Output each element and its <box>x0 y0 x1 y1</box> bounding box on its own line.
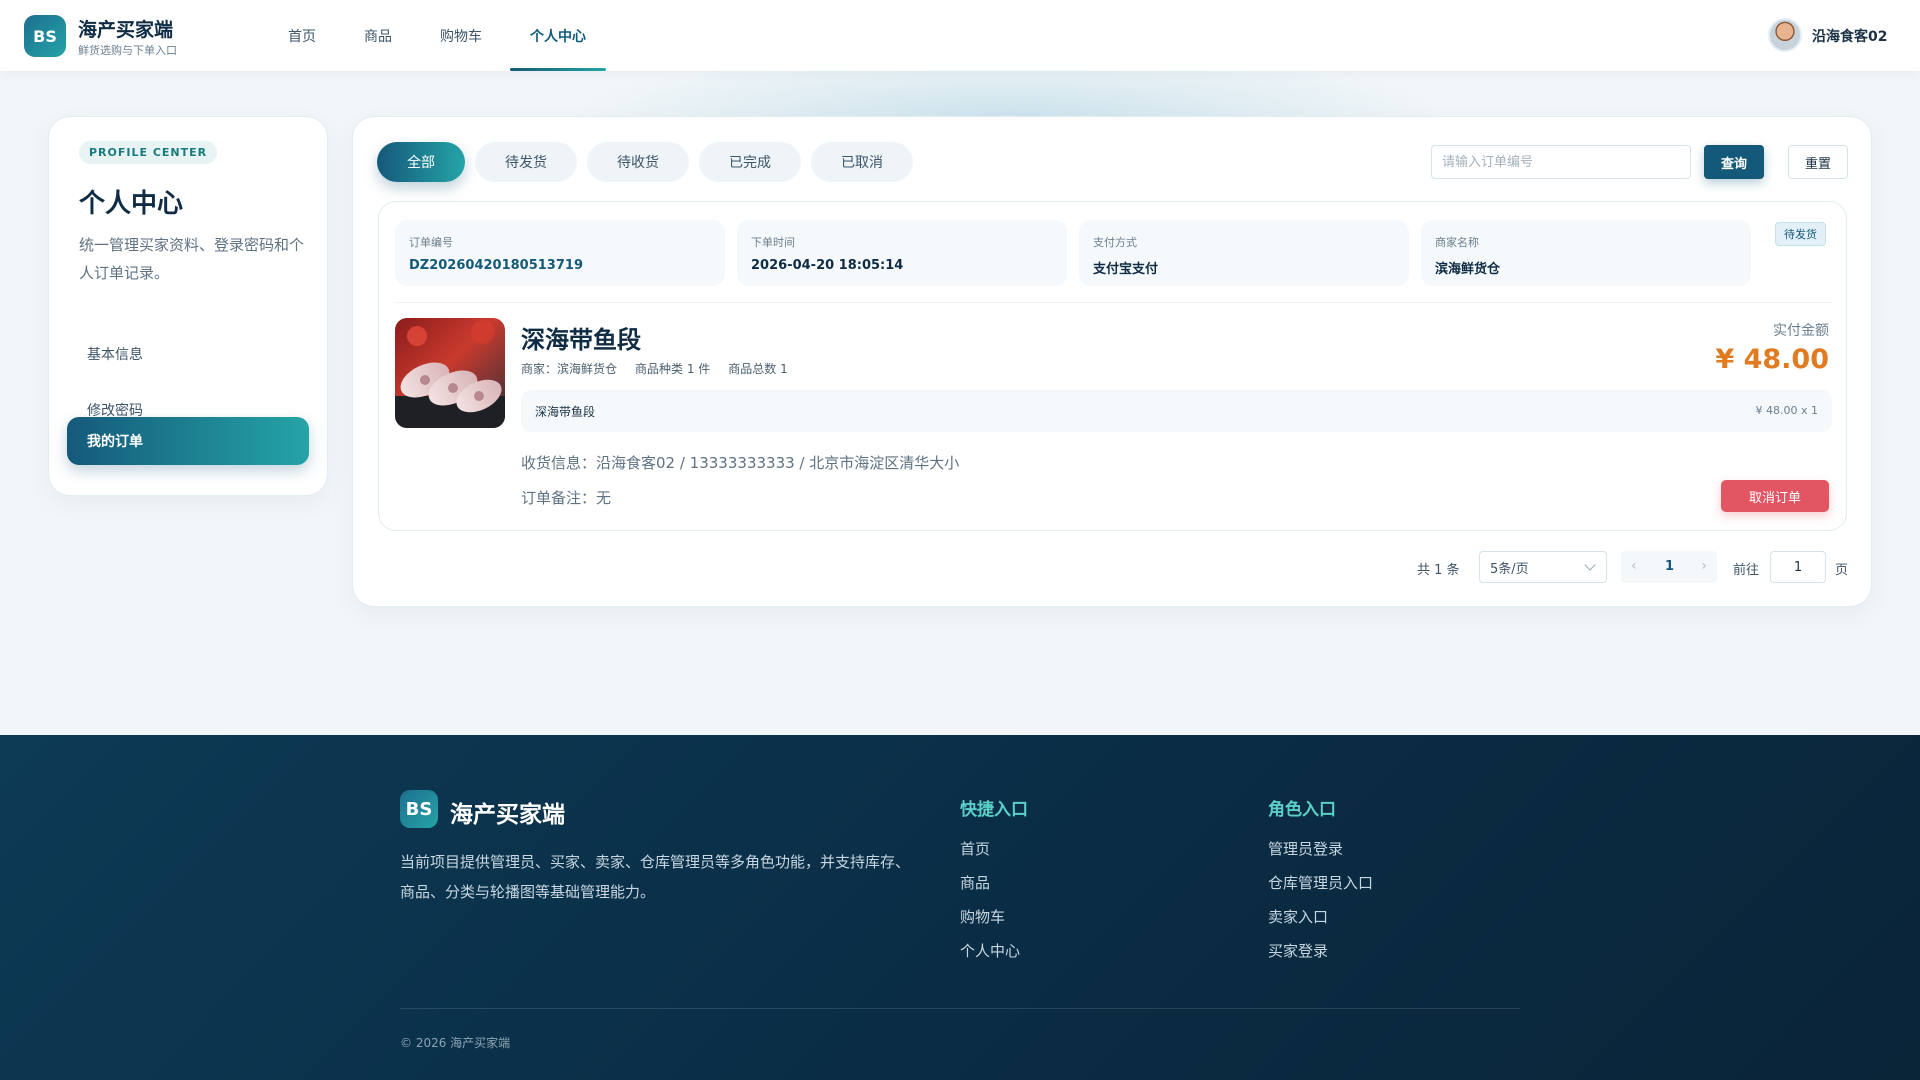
footer-link-home[interactable]: 首页 <box>960 838 990 859</box>
avatar[interactable] <box>1768 18 1802 52</box>
order-card: 订单编号 DZ20260420180513719 下单时间 2026-04-20… <box>378 201 1847 531</box>
sidebar-title: 个人中心 <box>79 189 184 219</box>
sidebar-item-my-orders[interactable]: 我的订单 <box>67 417 309 465</box>
main-nav: 首页 商品 购物车 个人中心 <box>268 0 614 71</box>
page-size-select[interactable]: 5条/页 <box>1479 551 1607 583</box>
footer-link-profile[interactable]: 个人中心 <box>960 940 1020 961</box>
product-info: 商家：滨海鲜货仓 商品种类 1 件 商品总数 1 <box>521 360 806 377</box>
order-number-value: DZ20260420180513719 <box>409 258 583 273</box>
footer-logo-badge: BS <box>400 790 438 828</box>
footer-link-admin-login[interactable]: 管理员登录 <box>1268 838 1343 859</box>
order-time-value: 2026-04-20 18:05:14 <box>751 258 904 273</box>
goto-unit: 页 <box>1835 563 1849 578</box>
chevron-down-icon <box>1584 559 1596 571</box>
tab-cancelled[interactable]: 已取消 <box>811 142 913 182</box>
paid-amount-label: 实付金额 <box>1773 323 1829 339</box>
role-links-title: 角色入口 <box>1268 800 1336 820</box>
reset-button[interactable]: 重置 <box>1788 145 1848 179</box>
goto-label: 前往 <box>1733 563 1760 578</box>
order-number-label: 订单编号 <box>409 236 453 249</box>
next-page-icon[interactable]: › <box>1701 558 1707 574</box>
sidebar-item-basic-info[interactable]: 基本信息 <box>67 330 309 378</box>
cancel-order-button[interactable]: 取消订单 <box>1721 480 1829 512</box>
order-item-row: 深海带鱼段 ¥ 48.00 x 1 <box>521 390 1832 432</box>
copyright: © 2026 海产买家端 <box>400 1036 511 1050</box>
payment-method-label: 支付方式 <box>1093 236 1137 249</box>
nav-item-cart[interactable]: 购物车 <box>420 0 502 71</box>
nav-item-products[interactable]: 商品 <box>344 0 412 71</box>
product-category-count: 商品种类 1 件 <box>635 362 711 376</box>
footer-link-warehouse-admin[interactable]: 仓库管理员入口 <box>1268 872 1373 893</box>
order-note: 订单备注：无 <box>521 489 612 507</box>
order-number-search-input[interactable] <box>1431 145 1691 179</box>
merchant-name-label: 商家名称 <box>1435 236 1479 249</box>
order-item-price: ¥ 48.00 x 1 <box>1755 404 1819 417</box>
page-size-value: 5条/页 <box>1490 561 1529 577</box>
footer-divider <box>400 1008 1520 1009</box>
tab-pending-shipment[interactable]: 待发货 <box>475 142 577 182</box>
pagination-nav: ‹ 1 › <box>1621 551 1717 583</box>
top-header: BS 海产买家端 鲜货选购与下单入口 首页 商品 购物车 个人中心 沿海食客02 <box>0 0 1920 71</box>
pagination-total: 共 1 条 <box>1417 563 1460 578</box>
fish-product-icon <box>395 318 505 428</box>
logo-badge[interactable]: BS <box>24 15 66 57</box>
product-total-count: 商品总数 1 <box>728 362 788 376</box>
goto-page-input[interactable] <box>1770 551 1826 583</box>
current-page[interactable]: 1 <box>1665 559 1674 574</box>
tab-pending-receipt[interactable]: 待收货 <box>587 142 689 182</box>
tab-completed[interactable]: 已完成 <box>699 142 801 182</box>
paid-amount-value: ¥ 48.00 <box>1715 344 1829 375</box>
product-image[interactable] <box>395 318 505 428</box>
order-number-box: 订单编号 DZ20260420180513719 <box>395 220 725 286</box>
footer-description: 当前项目提供管理员、买家、卖家、仓库管理员等多角色功能，并支持库存、商品、分类与… <box>400 853 911 901</box>
brand-title: 海产买家端 <box>78 19 174 41</box>
payment-method-box: 支付方式 支付宝支付 <box>1079 220 1409 286</box>
merchant-name-value: 滨海鲜货仓 <box>1435 262 1501 277</box>
footer-link-cart[interactable]: 购物车 <box>960 906 1005 927</box>
footer-title: 海产买家端 <box>450 802 565 828</box>
profile-center-tag: PROFILE CENTER <box>79 141 218 164</box>
nav-item-home[interactable]: 首页 <box>268 0 336 71</box>
order-status-tabs: 全部 待发货 待收货 已完成 已取消 <box>377 142 923 182</box>
product-name[interactable]: 深海带鱼段 <box>521 320 641 355</box>
order-time-box: 下单时间 2026-04-20 18:05:14 <box>737 220 1067 286</box>
merchant-name-box: 商家名称 滨海鲜货仓 <box>1421 220 1751 286</box>
product-merchant: 商家：滨海鲜货仓 <box>521 362 618 376</box>
sidebar-description: 统一管理买家资料、登录密码和个人订单记录。 <box>79 236 305 282</box>
footer-link-products[interactable]: 商品 <box>960 872 990 893</box>
quick-links-title: 快捷入口 <box>960 800 1028 820</box>
payment-method-value: 支付宝支付 <box>1093 262 1159 277</box>
orders-panel: 全部 待发货 待收货 已完成 已取消 查询 重置 订单编号 DZ20260420… <box>352 116 1872 607</box>
brand-subtitle: 鲜货选购与下单入口 <box>78 44 177 57</box>
order-item-name: 深海带鱼段 <box>535 405 596 419</box>
footer-link-seller[interactable]: 卖家入口 <box>1268 906 1328 927</box>
status-badge: 待发货 <box>1775 222 1826 246</box>
query-button[interactable]: 查询 <box>1704 145 1764 179</box>
prev-page-icon[interactable]: ‹ <box>1631 558 1637 574</box>
user-name[interactable]: 沿海食客02 <box>1812 26 1887 46</box>
footer-link-buyer-login[interactable]: 买家登录 <box>1268 940 1328 961</box>
divider <box>395 302 1832 303</box>
profile-sidebar: PROFILE CENTER 个人中心 统一管理买家资料、登录密码和个人订单记录… <box>48 116 328 496</box>
shipping-address: 收货信息：沿海食客02 / 13333333333 / 北京市海淀区清华大小 <box>521 454 960 472</box>
order-time-label: 下单时间 <box>751 236 795 249</box>
nav-item-profile[interactable]: 个人中心 <box>510 0 606 71</box>
site-footer: BS 海产买家端 当前项目提供管理员、买家、卖家、仓库管理员等多角色功能，并支持… <box>0 735 1920 1080</box>
tab-all[interactable]: 全部 <box>377 142 465 182</box>
